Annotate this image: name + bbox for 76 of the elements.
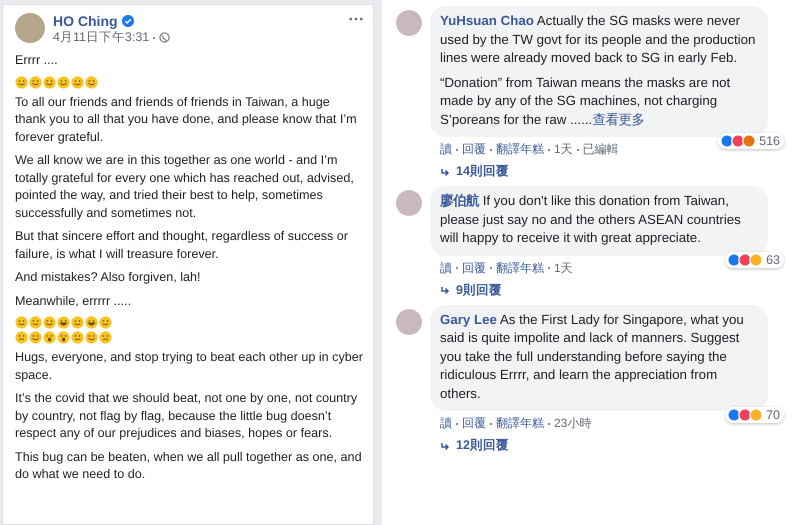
see-more-link[interactable]: 查看更多	[592, 112, 644, 126]
emoji-face-icon	[57, 316, 70, 329]
reaction-count: 516	[759, 134, 780, 148]
replies-link[interactable]: 12則回覆	[430, 432, 790, 454]
reaction-icon	[727, 252, 742, 266]
post-paragraph: Hugs, everyone, and stop trying to beat each other up in cyber space.	[15, 349, 363, 384]
reply-arrow-icon	[440, 440, 450, 450]
comment-action-link[interactable]: 回覆	[462, 260, 486, 276]
reaction-icon	[749, 408, 764, 422]
comment-meta: 1天	[554, 260, 573, 276]
replies-link[interactable]: 14則回覆	[430, 158, 790, 180]
avatar[interactable]	[396, 190, 422, 216]
reaction-icon	[720, 134, 734, 148]
avatar[interactable]	[15, 13, 45, 43]
comment-action-link[interactable]: 翻譯年糕	[496, 415, 544, 432]
comment-action-link[interactable]: 翻譯年糕	[496, 141, 544, 158]
commenter-name[interactable]: 廖伯航	[440, 193, 479, 208]
post-paragraph: We all know we are in this together as one world - and I’m totally grateful for every one which has reached out, advised, pointed the way, and tried their best to help, sometimes successfully and sometimes not.	[15, 152, 355, 222]
post-time[interactable]: 4月11日下午3:31	[53, 29, 150, 46]
comment-action-link[interactable]: 回覆	[462, 415, 486, 432]
post-paragraph: Meanwhile, errrrr .....	[15, 292, 132, 310]
emoji-face-icon	[57, 331, 70, 344]
emoji-face-icon	[99, 331, 112, 344]
emoji-face-icon	[15, 76, 28, 88]
commenter-name[interactable]: YuHsuan Chao	[440, 13, 534, 28]
emoji-face-icon	[43, 76, 56, 88]
emoji-face-icon	[71, 331, 84, 344]
emoji-face-icon	[43, 316, 56, 329]
comment-action-link[interactable]: 讀	[440, 141, 452, 158]
comment-action-link[interactable]: 讀	[440, 415, 452, 432]
emoji-face-icon	[99, 316, 112, 329]
comment-action-link[interactable]: 翻譯年糕	[496, 260, 544, 276]
emoji-face-icon	[71, 316, 84, 329]
emoji-face-icon	[29, 76, 42, 88]
comment-text: “Donation” from Taiwan means the masks are not made by any of the SG machines, not charging S’poreans for the raw ......查看更多	[440, 74, 732, 129]
reaction-summary[interactable]: 516	[718, 133, 784, 149]
emoji-face-icon	[85, 76, 98, 88]
emoji-face-icon	[57, 76, 70, 88]
reaction-icon	[749, 252, 764, 266]
emoji-face-icon	[71, 76, 84, 88]
replies-link[interactable]: 9則回覆	[430, 276, 790, 298]
post-paragraph: It’s the covid that we should beat, not one by one, not country by country, not flag by flag, because the little bug doesn’t respect any of our prejudices and biases, hopes or fears.	[15, 390, 358, 442]
reaction-icon	[727, 408, 742, 422]
post-paragraph: To all our friends and friends of friends in Taiwan, a huge thank you to all that you have done, and please know that I’m forever grateful.	[15, 94, 358, 146]
emoji-face-icon	[85, 331, 98, 344]
comment-action-link[interactable]: 讀	[440, 260, 452, 276]
author-name[interactable]: HO Ching	[53, 13, 118, 29]
emoji-face-icon	[29, 316, 42, 329]
emoji-face-icon	[43, 331, 56, 344]
emoji-face-icon	[85, 316, 98, 329]
emoji-face-icon	[15, 316, 28, 329]
avatar[interactable]	[396, 10, 422, 36]
reaction-count: 70	[766, 408, 780, 422]
comment-meta: 1天	[554, 141, 573, 158]
post-paragraph: Errrr ....	[15, 52, 59, 69]
emoji-face-icon	[15, 331, 28, 344]
emoji-face-icon	[29, 331, 42, 344]
comment-text: 廖伯航 If you don't like this donation from Taiwan, please just say no and the others ASEAN countries will happy to receive it with great appreciate.	[440, 192, 742, 247]
comment-text: Gary Lee As the First Lady for Singapore, what you said is quite impolite and lack of manners. Suggest you take the full understanding before saying the ridiculous Errrr, and learn the appreciation from others.	[440, 310, 745, 402]
reaction-icon	[731, 134, 746, 148]
reaction-count: 63	[766, 252, 780, 266]
avatar[interactable]	[396, 308, 422, 334]
reply-arrow-icon	[440, 285, 450, 295]
post-paragraph: This bug can be beaten, when we all pull together as one, and do what we need to do.	[15, 448, 363, 483]
reaction-summary[interactable]: 70	[725, 407, 784, 423]
comment-action-link[interactable]: 回覆	[462, 141, 486, 158]
commenter-name[interactable]: Gary Lee	[440, 312, 497, 326]
reaction-summary[interactable]: 63	[725, 252, 784, 268]
post-paragraph: But that sincere effort and thought, regardless of success or failure, is what I will treasure forever.	[15, 228, 349, 262]
reply-arrow-icon	[440, 166, 450, 176]
comment-meta: 23小時	[554, 415, 592, 432]
post-paragraph: And mistakes? Also forgiven, lah!	[15, 269, 202, 286]
reaction-icon	[742, 134, 756, 148]
more-options-icon[interactable]	[349, 17, 363, 21]
comment-meta: 已編輯	[582, 141, 619, 158]
comment-text: YuHsuan Chao Actually the SG masks were never used by the TW govt for its people and the production lines were already moved back to SG in early Feb.	[440, 12, 756, 67]
